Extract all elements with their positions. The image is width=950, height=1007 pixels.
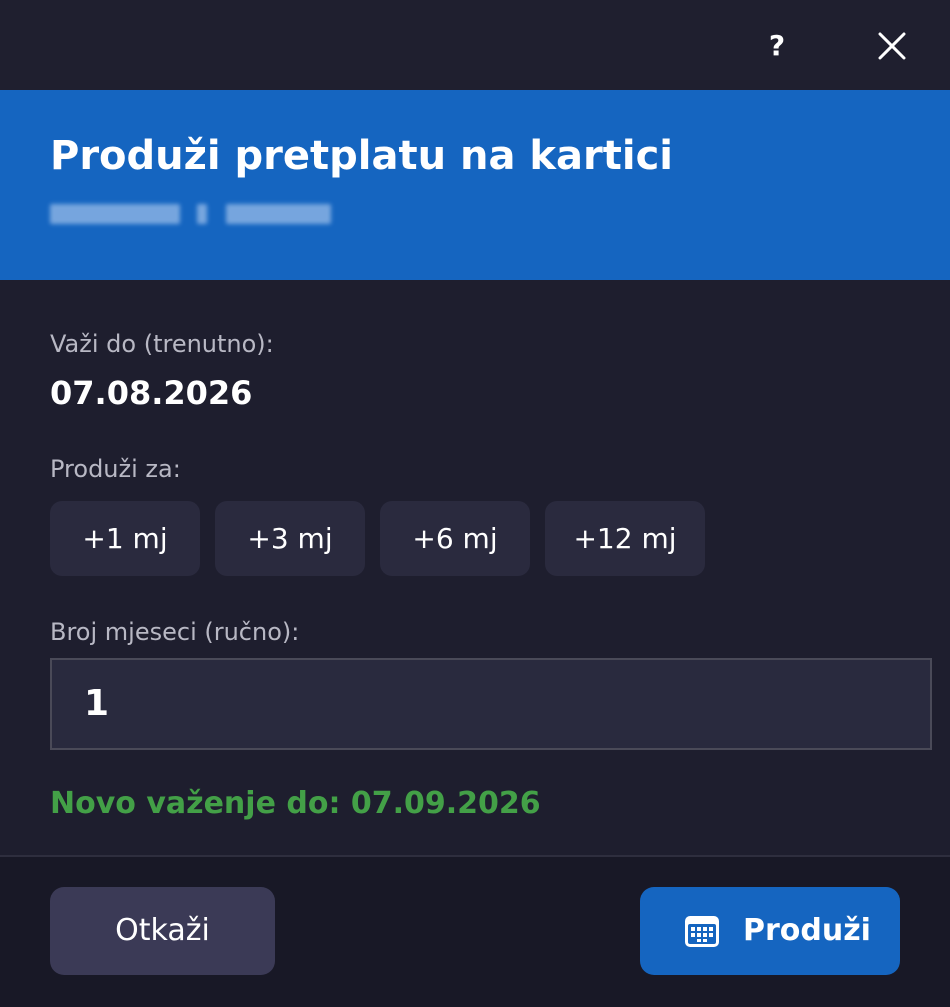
extend-6-months-button[interactable]: +6 mj bbox=[380, 501, 530, 576]
close-icon bbox=[878, 32, 906, 60]
question-mark-icon: ? bbox=[768, 29, 786, 62]
new-validity-text: Novo važenje do: 07.09.2026 bbox=[50, 786, 541, 821]
title-bar: ? bbox=[0, 0, 950, 90]
extend-button-label: Produži bbox=[743, 913, 871, 948]
manual-months-input[interactable]: 1 bbox=[50, 658, 932, 750]
extend-3-months-button[interactable]: +3 mj bbox=[215, 501, 365, 576]
extend-button[interactable]: Produži bbox=[640, 887, 900, 975]
card-subtitle-redacted bbox=[50, 203, 350, 229]
manual-months-label: Broj mjeseci (ručno): bbox=[50, 618, 300, 646]
current-validity-label: Važi do (trenutno): bbox=[50, 330, 274, 358]
help-button[interactable]: ? bbox=[762, 26, 792, 66]
dialog-footer: Otkaži Produži bbox=[0, 855, 950, 1007]
close-button[interactable] bbox=[872, 26, 912, 66]
extend-1-month-button[interactable]: +1 mj bbox=[50, 501, 200, 576]
dialog-title: Produži pretplatu na kartici bbox=[50, 133, 673, 179]
current-validity-value: 07.08.2026 bbox=[50, 374, 253, 412]
extend-12-months-button[interactable]: +12 mj bbox=[545, 501, 705, 576]
dialog-header: Produži pretplatu na kartici bbox=[0, 90, 950, 280]
cancel-button[interactable]: Otkaži bbox=[50, 887, 275, 975]
extend-by-label: Produži za: bbox=[50, 455, 181, 483]
calendar-icon bbox=[685, 916, 719, 947]
